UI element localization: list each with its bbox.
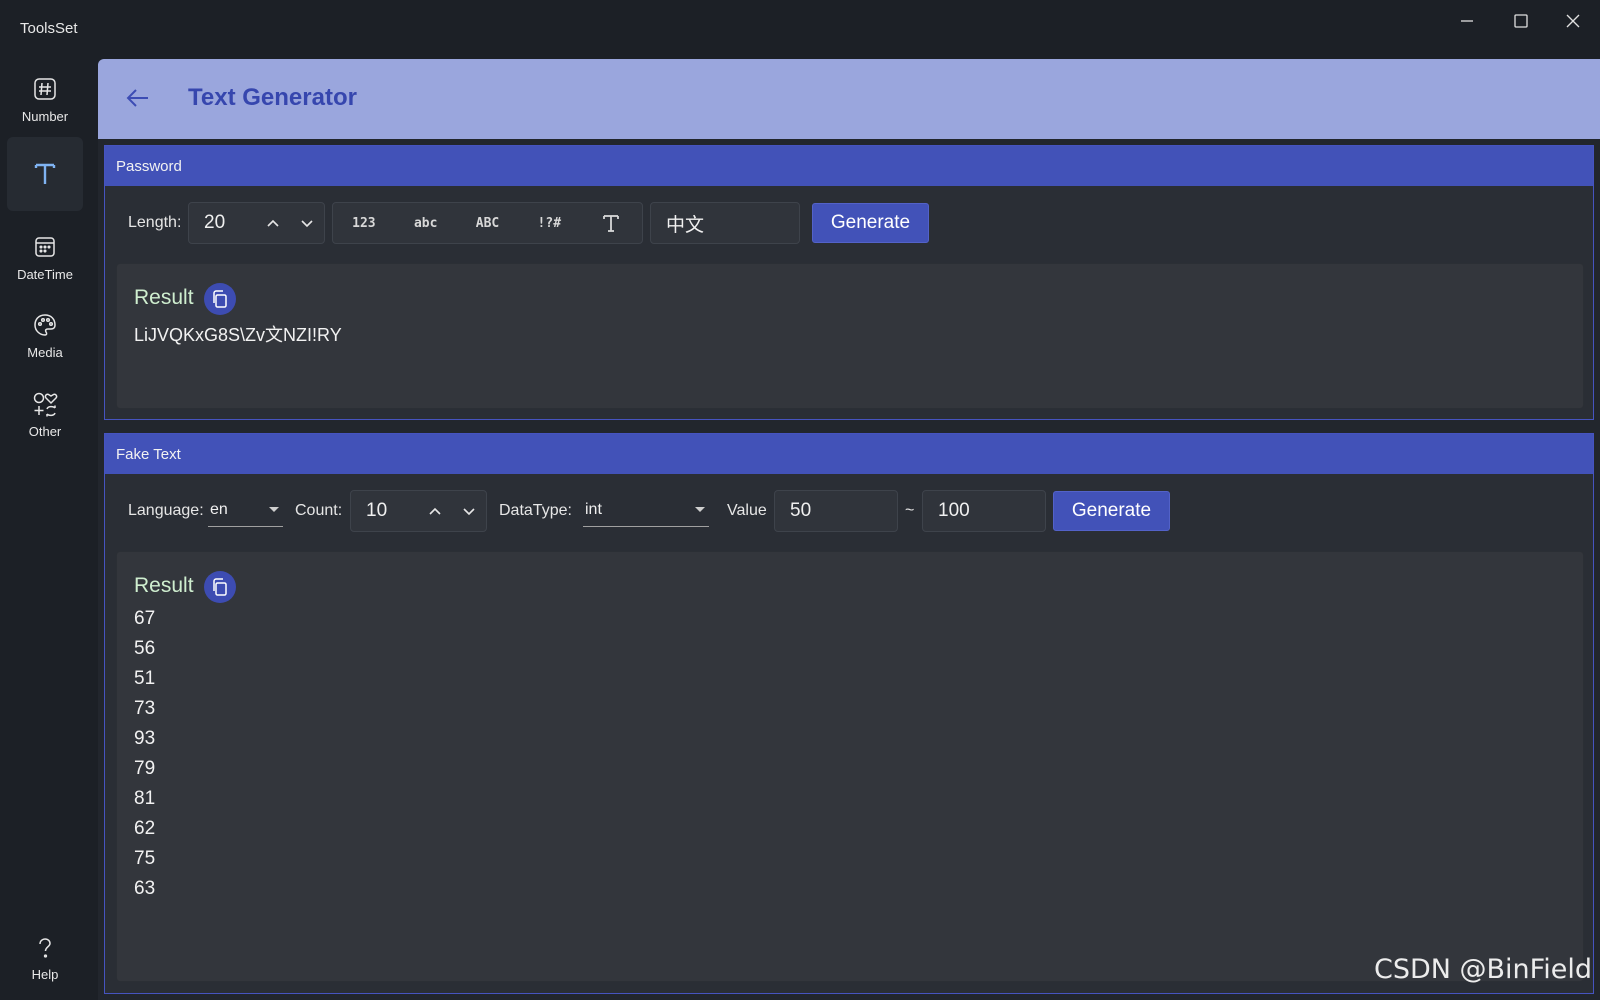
chevron-down-icon — [463, 508, 475, 516]
list-item: 56 — [134, 638, 156, 659]
close-button[interactable] — [1550, 6, 1596, 36]
sidebar-item-datetime[interactable]: DateTime — [7, 220, 83, 294]
help-label: Help — [31, 966, 59, 982]
value-min: 50 — [790, 500, 812, 521]
fake-text-panel-title: Fake Text — [105, 434, 1593, 474]
list-item: 81 — [134, 788, 156, 809]
list-item: 62 — [134, 818, 156, 839]
toggle-digits[interactable]: 123 — [333, 203, 395, 243]
title-bar: ToolsSet — [0, 0, 1600, 58]
password-panel-title: Password — [105, 146, 1593, 186]
language-value: en — [210, 500, 228, 518]
sidebar-item-text[interactable] — [7, 137, 83, 211]
text-icon — [603, 215, 619, 232]
app-title: ToolsSet — [20, 20, 78, 37]
length-label: Length: — [128, 214, 182, 231]
fake-text-copy-button[interactable] — [204, 571, 236, 603]
sidebar-item-media[interactable]: Media — [7, 298, 83, 372]
shapes-icon — [31, 390, 59, 418]
list-item: 93 — [134, 728, 156, 749]
decrement-button[interactable] — [290, 203, 324, 243]
list-item: 79 — [134, 758, 156, 779]
value-max: 100 — [938, 500, 970, 521]
list-item: 51 — [134, 668, 156, 689]
arrow-left-icon — [126, 89, 148, 107]
count-label: Count: — [295, 502, 343, 519]
password-generate-button[interactable]: Generate — [812, 203, 929, 243]
decrement-button[interactable] — [452, 491, 486, 531]
list-item: 63 — [134, 878, 156, 899]
chevron-down-icon — [301, 220, 313, 228]
fake-text-generate-button[interactable]: Generate — [1053, 491, 1170, 531]
sidebar-item-label: DateTime — [17, 266, 73, 282]
count-stepper[interactable]: 10 — [350, 490, 487, 532]
custom-chars-value: 中文 — [666, 214, 705, 236]
copy-icon — [213, 290, 227, 308]
maximize-icon — [1514, 14, 1528, 28]
charset-toggle-group: 123 abc ABC !?# — [332, 202, 643, 244]
calendar-icon — [31, 233, 59, 261]
sidebar-item-label: Number — [21, 108, 69, 124]
question-icon — [31, 935, 59, 963]
page-title: Text Generator — [188, 84, 357, 111]
list-item: 67 — [134, 608, 156, 629]
length-stepper[interactable]: 20 — [188, 202, 325, 244]
datatype-dropdown[interactable]: int — [583, 493, 709, 527]
length-value: 20 — [204, 212, 226, 233]
watermark: CSDN @BinField — [1373, 954, 1592, 985]
minimize-button[interactable] — [1444, 6, 1490, 36]
value-max-input[interactable]: 100 — [922, 490, 1046, 532]
back-button[interactable] — [120, 80, 156, 116]
chevron-up-icon — [267, 219, 279, 227]
language-dropdown[interactable]: en — [208, 493, 283, 527]
datatype-label: DataType: — [499, 502, 572, 519]
password-copy-button[interactable] — [204, 283, 236, 315]
text-icon — [31, 160, 59, 188]
sidebar-item-label: Media — [27, 344, 63, 360]
palette-icon — [31, 311, 59, 339]
list-item: 75 — [134, 848, 156, 869]
custom-chars-input[interactable]: 中文 — [650, 202, 800, 244]
datatype-value: int — [585, 500, 602, 518]
maximize-button[interactable] — [1498, 6, 1544, 36]
fake-text-result-box — [116, 551, 1584, 982]
increment-button[interactable] — [256, 203, 290, 243]
language-label: Language: — [128, 502, 204, 519]
toggle-uppercase[interactable]: ABC — [457, 203, 519, 243]
copy-icon — [213, 578, 227, 596]
value-min-input[interactable]: 50 — [774, 490, 898, 532]
list-item: 73 — [134, 698, 156, 719]
toggle-symbols[interactable]: !?# — [518, 203, 580, 243]
password-result-title: Result — [134, 286, 194, 309]
hash-icon — [31, 75, 59, 103]
range-separator: ~ — [905, 502, 915, 519]
chevron-up-icon — [429, 507, 441, 515]
close-icon — [1566, 14, 1580, 28]
toggle-lowercase[interactable]: abc — [395, 203, 457, 243]
value-label: Value — [727, 502, 767, 519]
sidebar-item-help[interactable]: Help — [7, 926, 83, 990]
fake-text-result-title: Result — [134, 574, 194, 597]
sidebar-item-number[interactable]: Number — [7, 62, 83, 136]
password-result-text: LiJVQKxG8S\Zv文NZI!RY — [134, 325, 342, 345]
count-value: 10 — [366, 500, 388, 521]
sidebar-item-other[interactable]: Other — [7, 377, 83, 451]
caret-down-icon — [695, 507, 705, 512]
fake-text-result-list: 67 56 51 73 93 79 81 62 75 63 — [134, 604, 155, 904]
caret-down-icon — [269, 507, 279, 512]
minimize-icon — [1461, 20, 1473, 22]
increment-button[interactable] — [418, 491, 452, 531]
toggle-custom-text[interactable] — [580, 203, 642, 243]
sidebar-item-label: Other — [28, 423, 62, 439]
